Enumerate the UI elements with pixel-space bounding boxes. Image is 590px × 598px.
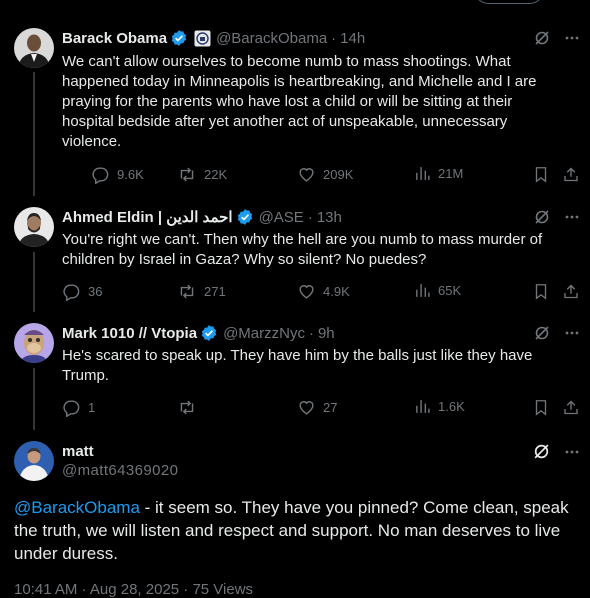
grok-icon[interactable] [533,443,550,465]
author-name[interactable]: matt [62,443,94,460]
post-header-actions [533,443,580,465]
more-options-icon[interactable] [564,444,580,465]
author-handle[interactable]: @matt64369020 [62,462,178,479]
post-text: @BarackObama - it seem so. They have you… [14,496,579,565]
mention-link[interactable]: @BarackObama [14,498,140,517]
avatar[interactable] [14,441,54,481]
main-post: matt @matt64369020 @BarackObama - it see… [0,0,590,598]
